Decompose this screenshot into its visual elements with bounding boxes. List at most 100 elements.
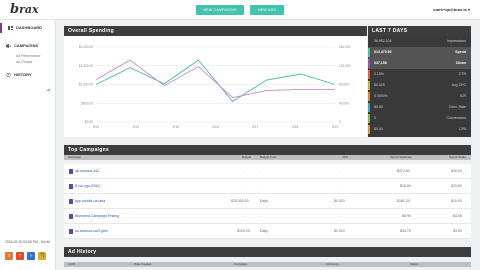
new-campaigns-button[interactable]: NEW CAMPAIGNS (196, 5, 244, 15)
metric-label: Conv. Rate (448, 105, 466, 109)
column-header[interactable]: Ad ID (68, 262, 75, 267)
ad-history-table-header: Ad ID Date Created Campaign Ad Group Sta… (64, 262, 471, 267)
platform-3-icon[interactable]: Y (27, 252, 35, 260)
x-tick-label: 9/14 (133, 125, 139, 129)
last-7-days-header: LAST 7 DAYS (368, 26, 471, 36)
cpc-cell: - (340, 169, 342, 173)
metric-label: Spend (455, 50, 466, 54)
metric-color-bar (368, 70, 370, 79)
metric-value: 0.15% (374, 72, 384, 76)
spend-today-cell: $10.63 (451, 199, 462, 203)
column-header[interactable]: Campaign (234, 262, 247, 267)
top-campaigns-header: Top Campaigns (64, 145, 471, 155)
campaign-badge-icon (69, 214, 73, 219)
metric-value: 36,952,104 (374, 39, 392, 43)
metric-color-bar (368, 59, 370, 68)
overall-spending-chart-area: $2,000.00 $1,500.00 $1,000.00 $500.00 $0.00 1… (64, 36, 367, 137)
sidebar-item-history[interactable]: HISTORY (0, 70, 56, 80)
column-header[interactable]: CPC (342, 155, 348, 160)
cpc-cell: - (340, 184, 342, 188)
metric-label: CTR (458, 72, 466, 76)
column-header[interactable]: Ad Group (326, 262, 338, 267)
y2-tick-label: 160,000 (339, 45, 351, 49)
metric-row[interactable]: 0 Conversions (368, 113, 471, 124)
metric-row[interactable]: $13,479.90 Spend (368, 47, 471, 58)
metric-row[interactable]: 0.0000% ICR (368, 91, 471, 102)
metric-value: 0 (374, 116, 376, 120)
brax-logo[interactable]: brax (10, 2, 39, 17)
spend-today-cell: $3.90 (453, 229, 462, 233)
sidebar-subitem-ad-groups[interactable]: Ad Groups (16, 60, 32, 64)
budget-type-cell: Daily (260, 199, 268, 203)
column-header[interactable]: Campaign (68, 155, 81, 160)
sidebar-item-label: HISTORY (14, 72, 32, 77)
column-header[interactable]: Spend Yesterday (390, 155, 412, 160)
metric-color-bar (368, 81, 370, 90)
campaign-badge-icon (69, 184, 73, 189)
table-row[interactable]: ac-stcdcua-ua21gtrrn $100.00 Daily $0.02… (64, 224, 471, 239)
x-tick-label: 9/15 (173, 125, 179, 129)
table-row[interactable]: B rdc-pgs-Z05Q - - - $18.90 $23.50 (64, 179, 471, 194)
y-tick-label: $1,000.00 (79, 83, 93, 87)
metric-color-bar (368, 114, 370, 123)
platform-2-icon[interactable]: T (16, 252, 24, 260)
sidebar-item-label: CAMPAIGNS (14, 43, 39, 48)
budget-type-cell: Daily (260, 229, 268, 233)
campaign-name-link[interactable]: Womama Campaign Testing (75, 209, 119, 224)
campaign-name-link[interactable]: app-mobile-ua-lana (75, 194, 105, 209)
metric-row[interactable]: $0.00 CPA (368, 124, 471, 135)
cpc-cell: - (340, 214, 342, 218)
x-tick-label: 9/12 (93, 125, 99, 129)
campaign-badge-icon (69, 169, 73, 174)
metric-row[interactable]: 537,158 Clicks (368, 58, 471, 69)
x-tick-label: 9/16 (212, 125, 218, 129)
metric-label: CPA (459, 127, 466, 131)
x-tick-label: 9/18 (292, 125, 298, 129)
spend-yesterday-cell: $34.75 (400, 229, 411, 233)
budget-cell: - (244, 214, 246, 218)
sort-icon[interactable]: ⇅ (40, 252, 45, 259)
column-header[interactable]: Status (410, 262, 418, 267)
megaphone-icon (6, 44, 11, 48)
spend-yesterday-cell: $181.20 (397, 199, 410, 203)
y-tick-label: $2,000.00 (79, 45, 93, 49)
metric-row[interactable]: 36,952,104 Impressions (368, 36, 471, 47)
table-row[interactable]: ab-stcdcua-4&2 - - - $472.80 $40.04 (64, 164, 471, 179)
top-campaigns-table-header: Campaign Budget Budget Type CPC Spend Ye… (64, 155, 471, 160)
sidebar-item-label: DASHBOARD (16, 25, 42, 30)
campaign-name-link[interactable]: ac-stcdcua-ua21gtrrn (75, 224, 108, 239)
logo-mark: b (10, 2, 20, 17)
y-tick-label: $1,500.00 (79, 64, 93, 68)
metric-value: 0.0000% (374, 94, 388, 98)
column-header[interactable]: Budget Type (260, 155, 276, 160)
sidebar-item-dashboard[interactable]: DASHBOARD (0, 23, 56, 33)
metric-row[interactable]: $0.00 Conv. Rate (368, 102, 471, 113)
collapse-sidebar-icon[interactable]: « (47, 88, 50, 94)
table-row[interactable]: Womama Campaign Testing - - - $8.95 $4.9… (64, 209, 471, 224)
table-row[interactable]: app-mobile-ua-lana $20,000.00 Daily $0.0… (64, 194, 471, 209)
column-header[interactable]: Budget (242, 155, 251, 160)
platform-1-icon[interactable]: T (5, 252, 13, 260)
metric-row[interactable]: 0.15% CTR (368, 69, 471, 80)
column-header[interactable]: Spend Today (449, 155, 466, 160)
column-header[interactable]: Date Created (134, 262, 151, 267)
metric-color-bar (368, 103, 370, 112)
user-menu[interactable]: mark+qa@brax.io ▾ (433, 7, 470, 12)
cpc-cell: $0.020 (334, 199, 345, 203)
logo-text: rax (19, 3, 39, 16)
spend-yesterday-cell: $472.80 (397, 169, 410, 173)
metric-value: $0.025 (374, 83, 385, 87)
current-datetime: 2016-09-20 03:58 PM - Devbt (5, 240, 50, 244)
metric-label: ICR (459, 94, 466, 98)
metric-color-bar (368, 125, 370, 134)
sidebar-subitem-ad-performance[interactable]: Ad Performance (16, 54, 41, 58)
budget-cell: - (244, 184, 246, 188)
metric-value: 537,158 (374, 61, 387, 65)
new-ads-button[interactable]: NEW ADS (250, 5, 284, 15)
campaign-name-link[interactable]: B rdc-pgs-Z05Q (75, 179, 100, 194)
sidebar-item-campaigns[interactable]: CAMPAIGNS (0, 41, 56, 51)
y2-tick-label: 0 (339, 120, 341, 124)
campaign-name-link[interactable]: ab-stcdcua-4&2 (75, 164, 100, 179)
metric-row[interactable]: $0.025 Avg CPC (368, 80, 471, 91)
spend-today-cell: $4.96 (453, 214, 462, 218)
